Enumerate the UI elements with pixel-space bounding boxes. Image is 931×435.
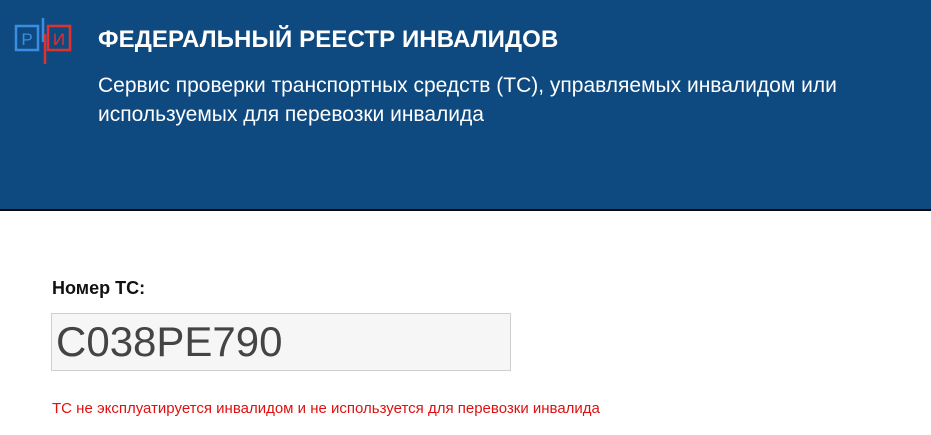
page-subtitle: Сервис проверки транспортных средств (ТС… (98, 74, 837, 126)
check-result-message: ТС не эксплуатируется инвалидом и не исп… (52, 400, 600, 417)
svg-text:Р: Р (21, 30, 32, 49)
page-header: Р И ФЕДЕРАЛЬНЫЙ РЕЕСТР ИНВАЛИДОВ Сервис … (0, 0, 931, 211)
logo-icon: Р И (14, 18, 72, 64)
svg-text:И: И (53, 30, 65, 49)
vehicle-number-label: Номер ТС: (52, 278, 146, 298)
check-form: Номер ТС: ТС не эксплуатируется инвалидо… (0, 211, 931, 435)
page-title: ФЕДЕРАЛЬНЫЙ РЕЕСТР ИНВАЛИДОВ (98, 26, 559, 53)
vehicle-number-input[interactable] (51, 313, 511, 371)
